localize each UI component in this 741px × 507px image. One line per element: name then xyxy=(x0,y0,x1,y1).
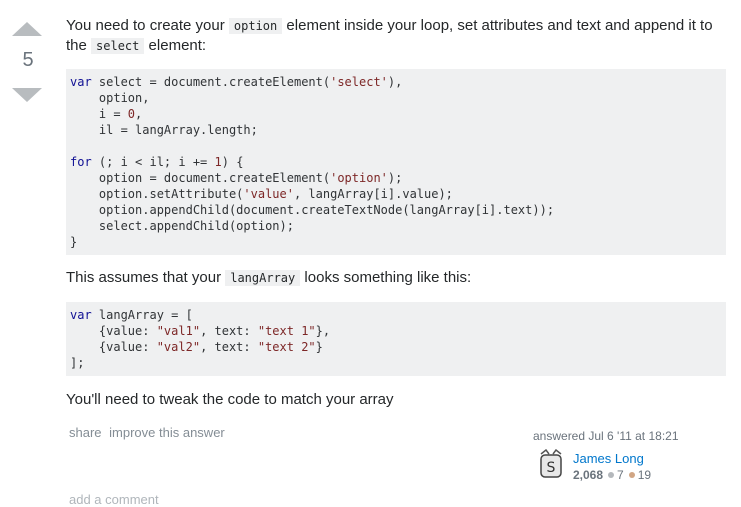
assume-text-2: looks something like this: xyxy=(300,269,472,286)
svg-text:S: S xyxy=(547,460,556,476)
intro-paragraph: You need to create your option element i… xyxy=(66,16,726,56)
code-block-loop: var select = document.createElement('sel… xyxy=(66,69,726,255)
post-menu: share improve this answer xyxy=(69,425,229,440)
answered-timestamp: answered Jul 6 '11 at 18:21 xyxy=(533,429,679,443)
intro-text-3: element: xyxy=(144,37,207,54)
assume-text-1: This assumes that your xyxy=(66,269,226,286)
assume-paragraph: This assumes that your langArray looks s… xyxy=(66,268,471,288)
vote-down-icon[interactable] xyxy=(12,88,42,102)
user-reputation: 2,068 7 19 xyxy=(573,468,651,482)
inline-code-select: select xyxy=(91,38,145,54)
silver-badge-icon xyxy=(608,472,615,479)
vote-up-icon[interactable] xyxy=(12,22,42,36)
tweak-paragraph: You'll need to tweak the code to match y… xyxy=(66,391,394,408)
bronze-badge-count: 19 xyxy=(637,468,652,482)
inline-code-langarray: langArray xyxy=(225,270,301,286)
add-comment-link[interactable]: add a comment xyxy=(69,492,159,507)
intro-text-1: You need to create your xyxy=(66,17,229,34)
code-block-array: var langArray = [ {value: "val1", text: … xyxy=(66,302,726,376)
avatar[interactable]: S xyxy=(537,449,565,481)
reputation-score: 2,068 xyxy=(573,468,604,482)
user-signature: answered Jul 6 '11 at 18:21 S James Long… xyxy=(533,429,733,482)
inline-code-option: option xyxy=(228,18,283,34)
improve-answer-link[interactable]: improve this answer xyxy=(109,425,225,440)
vote-count: 5 xyxy=(22,49,34,71)
user-name-link[interactable]: James Long xyxy=(573,451,644,466)
bronze-badge-icon xyxy=(628,472,635,479)
share-link[interactable]: share xyxy=(69,425,102,440)
silver-badge-count: 7 xyxy=(617,468,624,482)
